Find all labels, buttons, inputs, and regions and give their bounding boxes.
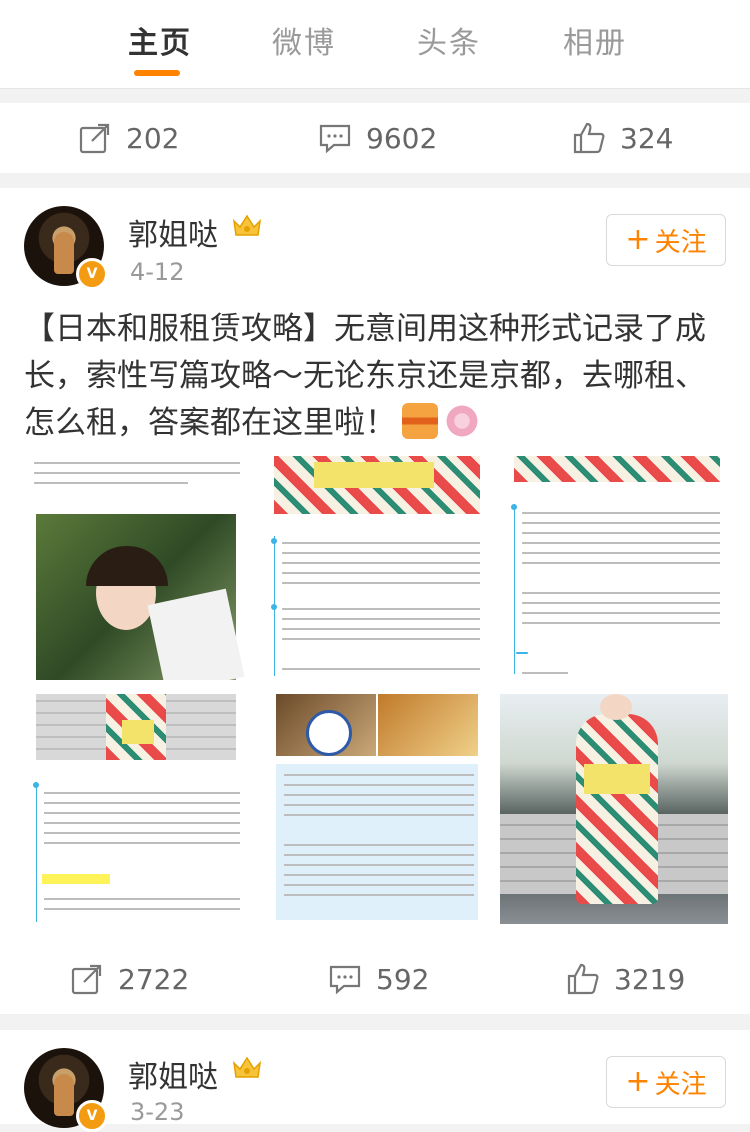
like-icon (567, 963, 599, 995)
repost-count: 2722 (118, 962, 190, 996)
cherry-blossom-emoji-icon (444, 403, 480, 439)
tab-home[interactable]: 主页 (128, 18, 192, 62)
repost-count: 202 (126, 121, 180, 155)
like-count: 3219 (614, 962, 686, 996)
repost-icon (71, 964, 102, 995)
post-text: 【日本和服租赁攻略】无意间用这种形式记录了成长，索性写篇攻略～无论东京还是京都，… (24, 306, 728, 447)
like-icon (573, 122, 605, 154)
tab-weibo[interactable]: 微博 (272, 18, 336, 62)
comment-button[interactable]: 9602 (318, 103, 437, 173)
comment-count: 9602 (366, 121, 438, 155)
plus-icon: + (625, 1064, 651, 1099)
comment-icon (319, 124, 351, 154)
author-name[interactable]: 郭姐哒 (128, 210, 218, 254)
follow-label: 关注 (654, 1069, 707, 1100)
vip-crown-icon (232, 1056, 262, 1078)
comment-button[interactable]: 592 (328, 944, 429, 1014)
post-image-2[interactable] (266, 456, 488, 680)
author-name[interactable]: 郭姐哒 (128, 1052, 218, 1096)
comment-count: 592 (376, 962, 430, 996)
follow-label: 关注 (654, 227, 707, 258)
tab-headlines[interactable]: 头条 (417, 18, 481, 62)
plus-icon: + (625, 222, 651, 257)
repost-button[interactable]: 202 (78, 103, 179, 173)
post-action-bar: 2722 592 3219 (0, 944, 750, 1014)
like-count: 324 (620, 121, 674, 155)
follow-button[interactable]: + 关注 (606, 1056, 726, 1108)
post-image-4[interactable] (26, 694, 248, 924)
like-button[interactable]: 3219 (566, 944, 685, 1014)
post-image-3[interactable] (506, 456, 728, 680)
tab-album[interactable]: 相册 (563, 18, 627, 62)
kimono-emoji-icon (402, 403, 438, 439)
post-time: 3-23 (130, 1098, 185, 1126)
follow-button[interactable]: + 关注 (606, 214, 726, 266)
prev-post-action-bar: 202 9602 324 (0, 103, 750, 173)
vip-crown-icon (232, 214, 262, 236)
post-image-1[interactable] (26, 456, 248, 680)
repost-button[interactable]: 2722 (70, 944, 189, 1014)
repost-icon (79, 123, 110, 154)
profile-tab-bar: 主页 微博 头条 相册 (0, 0, 750, 89)
post-image-6[interactable] (500, 694, 728, 924)
post-image-5[interactable] (266, 694, 488, 924)
verified-badge-icon: V (76, 1100, 108, 1132)
post-image-grid (0, 456, 750, 924)
like-button[interactable]: 324 (572, 103, 673, 173)
active-tab-indicator (134, 70, 180, 76)
comment-icon (329, 965, 361, 995)
post-body: 【日本和服租赁攻略】无意间用这种形式记录了成长，索性写篇攻略～无论东京还是京都，… (24, 311, 706, 441)
post-time: 4-12 (130, 258, 185, 286)
verified-badge-icon: V (76, 258, 108, 290)
